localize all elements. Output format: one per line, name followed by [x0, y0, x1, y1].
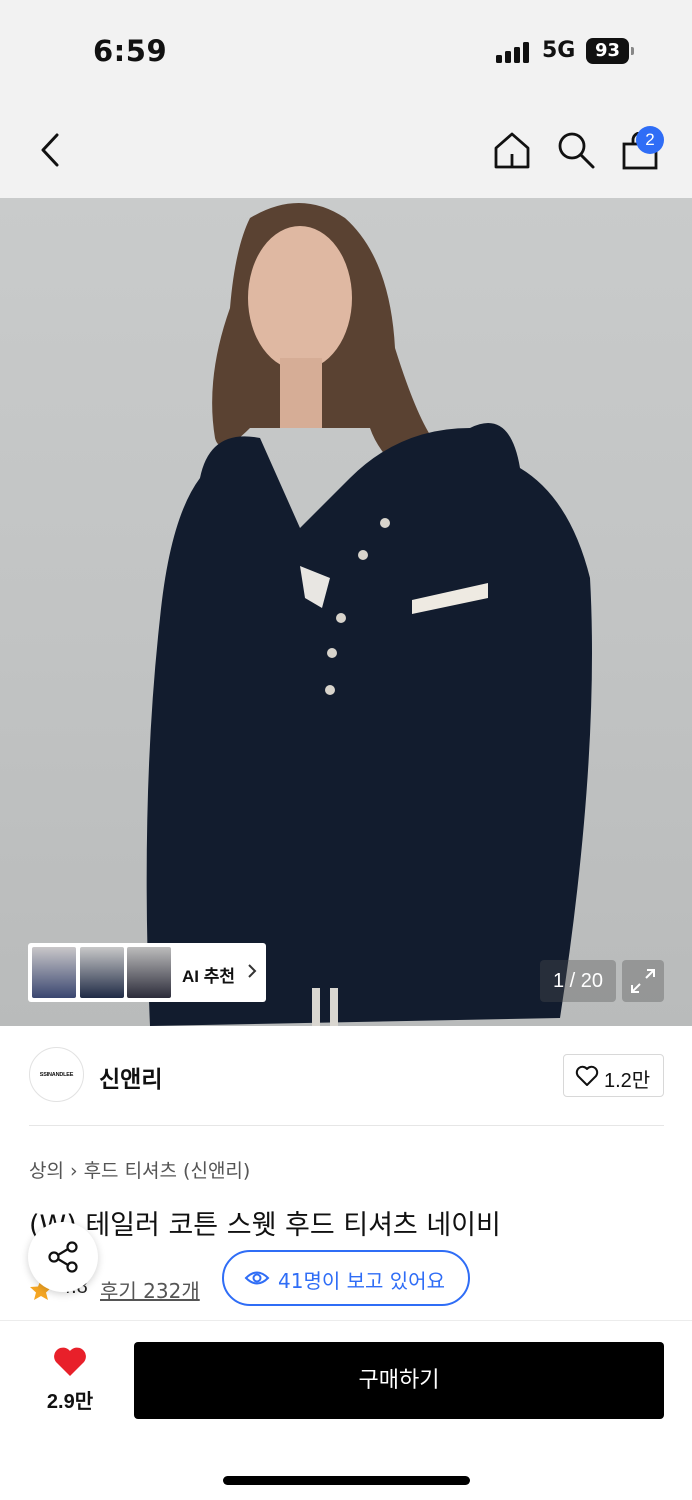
heart-filled-icon[interactable]: [52, 1346, 88, 1378]
status-bar: 6:59 5G 93: [0, 0, 692, 100]
breadcrumb-item[interactable]: 후드 티셔츠 (신앤리): [84, 1160, 251, 1182]
share-button[interactable]: [28, 1222, 98, 1292]
divider: [29, 1125, 664, 1126]
battery-icon: 93: [586, 38, 629, 64]
product-photo-illustration: [146, 203, 592, 1026]
expand-button[interactable]: [622, 960, 664, 1002]
eye-icon: [244, 1271, 270, 1285]
top-nav-bar: [0, 100, 692, 198]
recommend-thumbnail: [80, 947, 124, 998]
brand-like-count: 1.2만: [604, 1070, 651, 1092]
share-icon: [48, 1241, 78, 1273]
breadcrumb: 상의 › 후드 티셔츠 (신앤리): [29, 1156, 250, 1183]
product-title: (W) 테일러 코튼 스웻 후드 티셔츠 네이비: [29, 1210, 501, 1241]
expand-icon: [631, 969, 655, 993]
chevron-right-icon: [248, 964, 257, 978]
search-icon[interactable]: [556, 130, 596, 170]
status-time: 6:59: [93, 34, 168, 68]
back-icon[interactable]: [38, 132, 62, 168]
battery-tip: [631, 47, 634, 55]
brand-logo[interactable]: SSINANDLEE: [29, 1047, 84, 1102]
viewers-now-pill: 41명이 보고 있어요: [222, 1250, 470, 1306]
heart-outline-icon: [575, 1065, 599, 1086]
home-indicator: [223, 1476, 470, 1485]
breadcrumb-separator: ›: [69, 1160, 78, 1182]
brand-like-button[interactable]: 1.2만: [563, 1054, 664, 1097]
signal-icon: [496, 41, 532, 63]
brand-name[interactable]: 신앤리: [99, 1060, 162, 1094]
recommend-thumbnail: [32, 947, 76, 998]
breadcrumb-item[interactable]: 상의: [29, 1160, 64, 1182]
viewers-now-text: 41명이 보고 있어요: [278, 1269, 445, 1293]
buy-button[interactable]: 구매하기: [134, 1342, 664, 1419]
review-count-link[interactable]: 후기 232개: [100, 1275, 200, 1304]
recommend-thumbnail: [127, 947, 171, 998]
home-icon[interactable]: [492, 130, 532, 170]
ai-recommend-button[interactable]: AI 추천: [28, 943, 266, 1002]
network-label: 5G: [542, 38, 576, 63]
product-image[interactable]: [0, 198, 692, 1026]
favorite-count: 2.9만: [46, 1391, 94, 1413]
ai-recommend-label: AI 추천: [182, 967, 236, 986]
cart-count-badge: 2: [636, 126, 664, 154]
image-counter: 1 / 20: [540, 960, 616, 1002]
